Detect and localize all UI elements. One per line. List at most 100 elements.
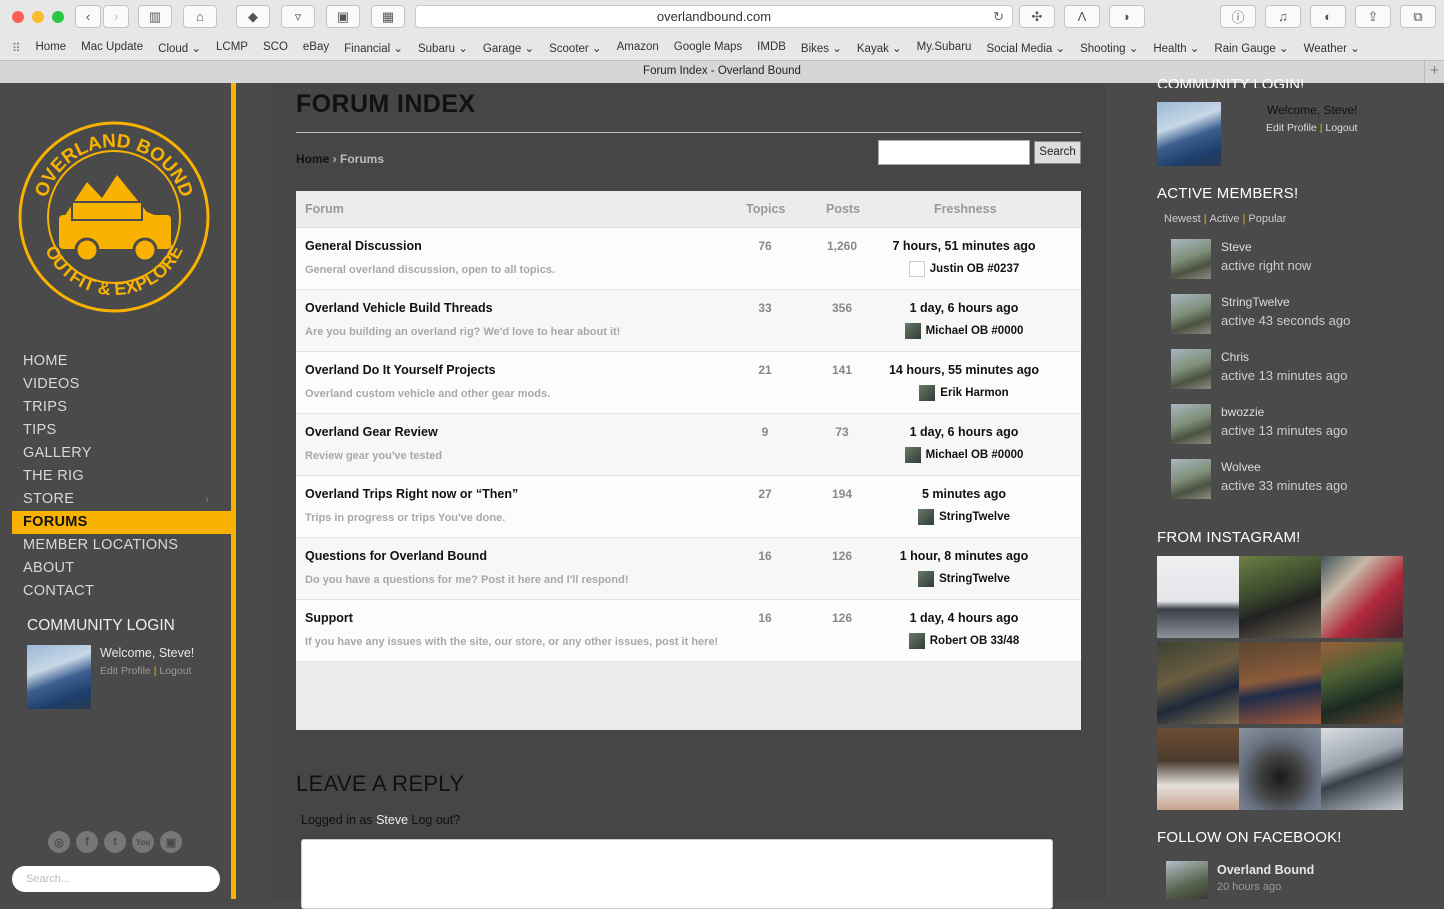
instagram-photo[interactable] [1321, 642, 1403, 724]
sidebar-logout-link[interactable]: Logout [159, 665, 191, 677]
sidebar-search-input[interactable]: Search... [12, 866, 220, 892]
author-avatar[interactable] [919, 385, 936, 401]
forum-title-link[interactable]: Overland Do It Yourself Projects [305, 363, 496, 377]
overland-bound-logo[interactable]: OVERLAND BOUND OUTFIT & EXPLORE [17, 120, 211, 314]
extension-icon-5[interactable]: ◗ [1109, 5, 1145, 28]
bookmark-item[interactable]: Rain Gauge ⌄ [1214, 41, 1288, 55]
pocket-icon[interactable]: ▿ [281, 5, 315, 28]
bookmark-item[interactable]: Garage ⌄ [483, 41, 534, 55]
bookmark-item[interactable]: Weather ⌄ [1304, 41, 1360, 55]
member-name-link[interactable]: Wolvee [1221, 460, 1261, 474]
bookmark-item[interactable]: Kayak ⌄ [857, 41, 902, 55]
bookmark-item[interactable]: Google Maps [674, 41, 742, 55]
author-name-link[interactable]: StringTwelve [939, 573, 1010, 585]
bookmark-item[interactable]: Amazon [617, 41, 659, 55]
author-avatar[interactable] [904, 447, 921, 463]
instagram-photo[interactable] [1321, 556, 1403, 638]
bookmark-item[interactable]: Cloud ⌄ [158, 41, 201, 55]
instagram-photo[interactable] [1157, 642, 1239, 724]
close-window-button[interactable] [12, 11, 24, 23]
forum-title-link[interactable]: Questions for Overland Bound [305, 549, 487, 563]
member-avatar[interactable] [1171, 294, 1211, 334]
zoom-window-button[interactable] [52, 11, 64, 23]
tab-active[interactable]: Active [1210, 213, 1240, 225]
sidebar-user-avatar[interactable] [27, 645, 91, 709]
member-avatar[interactable] [1171, 349, 1211, 389]
nav-item-forums[interactable]: FORUMS [12, 511, 235, 534]
extension-icon-2[interactable]: ▣ [326, 5, 360, 28]
forum-freshness-link[interactable]: 14 hours, 55 minutes ago [868, 363, 1060, 377]
forum-search-input[interactable] [878, 140, 1030, 165]
forum-title-link[interactable]: General Discussion [305, 239, 422, 253]
forum-freshness-link[interactable]: 5 minutes ago [868, 487, 1060, 501]
author-avatar[interactable] [908, 633, 925, 649]
extension-icon-1[interactable]: ◆ [236, 5, 270, 28]
instagram-photo[interactable] [1239, 728, 1321, 810]
bookmark-item[interactable]: Home [35, 41, 66, 55]
privacy-icon[interactable]: ◐ [1310, 5, 1346, 28]
instagram-photo[interactable] [1239, 642, 1321, 724]
instagram-photo[interactable] [1157, 556, 1239, 638]
forum-title-link[interactable]: Overland Vehicle Build Threads [305, 301, 493, 315]
right-edit-profile-link[interactable]: Edit Profile [1266, 122, 1317, 134]
bookmark-item[interactable]: Financial ⌄ [344, 41, 403, 55]
forum-freshness-link[interactable]: 1 hour, 8 minutes ago [868, 549, 1060, 563]
tabs-overview-icon[interactable]: ⧉ [1400, 5, 1436, 28]
forum-title-link[interactable]: Overland Trips Right now or “Then” [305, 487, 518, 501]
right-user-avatar[interactable] [1157, 102, 1221, 166]
nav-item-videos[interactable]: VIDEOS [0, 373, 231, 396]
tab-newest[interactable]: Newest [1164, 213, 1201, 225]
nav-item-store[interactable]: STORE › [0, 488, 231, 511]
author-avatar[interactable] [908, 261, 925, 277]
forward-icon[interactable]: › [103, 5, 129, 28]
member-name-link[interactable]: bwozzie [1221, 405, 1264, 419]
nav-item-member-locations[interactable]: MEMBER LOCATIONS [0, 534, 231, 557]
forum-freshness-link[interactable]: 7 hours, 51 minutes ago [868, 239, 1060, 253]
extension-icon-3[interactable]: ✣ [1019, 5, 1055, 28]
author-name-link[interactable]: Michael OB #0000 [926, 449, 1024, 461]
forum-freshness-link[interactable]: 1 day, 6 hours ago [868, 425, 1060, 439]
address-bar[interactable]: overlandbound.com ↻ [415, 5, 1013, 28]
sidebar-toggle-icon[interactable]: ▥ [138, 5, 172, 28]
extension-icon-4[interactable]: Ʌ [1064, 5, 1100, 28]
calendar-icon[interactable]: ▦ [371, 5, 405, 28]
bookmark-item[interactable]: Subaru ⌄ [418, 41, 468, 55]
youtube-icon[interactable]: You [132, 831, 154, 853]
instagram-photo[interactable] [1321, 728, 1403, 810]
bookmark-item[interactable]: Scooter ⌄ [549, 41, 601, 55]
member-name-link[interactable]: Chris [1221, 350, 1249, 364]
bookmark-item[interactable]: Health ⌄ [1153, 41, 1199, 55]
author-name-link[interactable]: Robert OB 33/48 [930, 635, 1019, 647]
forum-title-link[interactable]: Support [305, 611, 353, 625]
bookmark-item[interactable]: Mac Update [81, 41, 143, 55]
nav-item-tips[interactable]: TIPS [0, 419, 231, 442]
author-avatar[interactable] [918, 571, 935, 587]
tab-title[interactable]: Forum Index - Overland Bound [643, 65, 801, 77]
bookmark-item[interactable]: IMDB [757, 41, 786, 55]
bookmark-item[interactable]: My.Subaru [917, 41, 972, 55]
member-name-link[interactable]: Steve [1221, 240, 1252, 254]
share-icon[interactable]: ⇪ [1355, 5, 1391, 28]
reload-icon[interactable]: ↻ [993, 9, 1004, 25]
member-name-link[interactable]: StringTwelve [1221, 295, 1290, 309]
author-name-link[interactable]: StringTwelve [939, 511, 1010, 523]
bookmark-item[interactable]: LCMP [216, 41, 248, 55]
instagram-photo[interactable] [1157, 728, 1239, 810]
facebook-icon[interactable]: f [76, 831, 98, 853]
member-avatar[interactable] [1171, 239, 1211, 279]
facebook-page-name[interactable]: Overland Bound [1217, 863, 1314, 877]
member-avatar[interactable] [1171, 459, 1211, 499]
bookmark-item[interactable]: SCO [263, 41, 288, 55]
author-name-link[interactable]: Erik Harmon [940, 387, 1008, 399]
logged-in-user-link[interactable]: Steve [376, 813, 408, 827]
breadcrumb-home-link[interactable]: Home [296, 152, 329, 166]
author-avatar[interactable] [904, 323, 921, 339]
forum-freshness-link[interactable]: 1 day, 6 hours ago [868, 301, 1060, 315]
sidebar-edit-profile-link[interactable]: Edit Profile [100, 665, 151, 677]
facebook-page-avatar[interactable] [1166, 861, 1208, 899]
right-logout-link[interactable]: Logout [1325, 122, 1357, 134]
author-name-link[interactable]: Justin OB #0237 [930, 263, 1019, 275]
nav-item-contact[interactable]: CONTACT [0, 580, 231, 603]
extension-icon-6[interactable]: ♫ [1265, 5, 1301, 28]
forum-title-link[interactable]: Overland Gear Review [305, 425, 438, 439]
